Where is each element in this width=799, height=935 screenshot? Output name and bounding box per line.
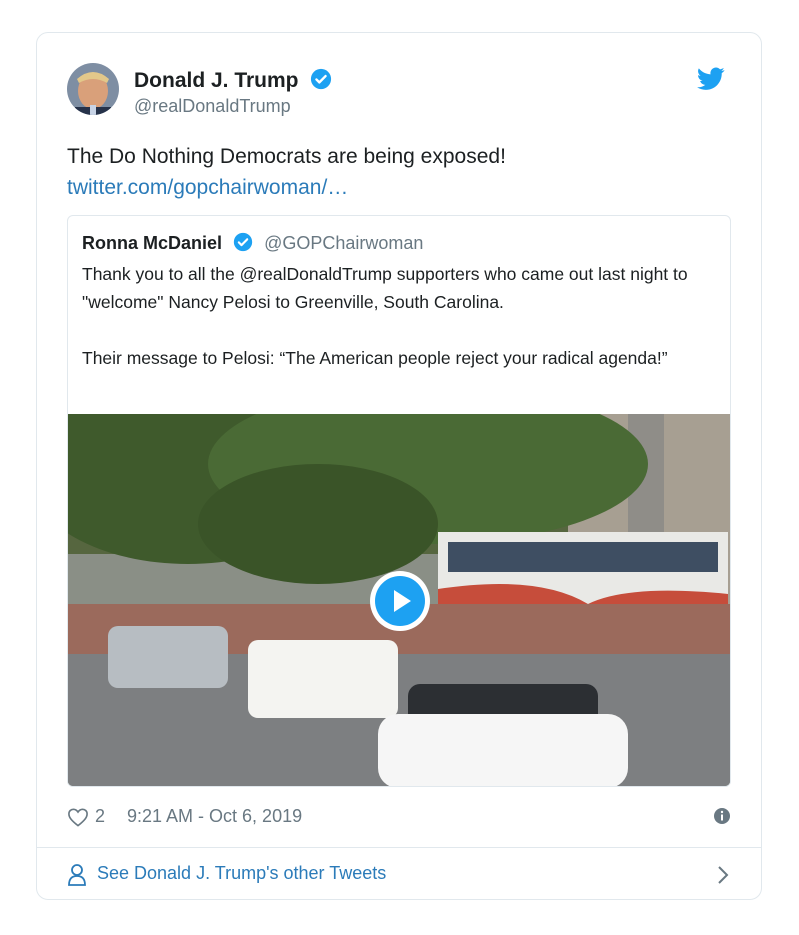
- see-other-tweets-label[interactable]: See Donald J. Trump's other Tweets: [97, 863, 386, 884]
- twitter-bird-icon[interactable]: [697, 67, 725, 96]
- tweet-footer: 2 9:21 AM - Oct 6, 2019: [67, 803, 731, 831]
- author-handle[interactable]: @realDonaldTrump: [134, 96, 291, 117]
- quoted-tweet[interactable]: Ronna McDaniel @GOPChairwoman Thank you …: [67, 215, 731, 787]
- tweet-header: Donald J. Trump @realDonaldTrump: [67, 63, 727, 119]
- tweet-text: The Do Nothing Democrats are being expos…: [67, 141, 506, 203]
- play-icon: [375, 576, 425, 626]
- quoted-paragraph: Their message to Pelosi: “The American p…: [82, 348, 668, 368]
- footer-divider: [37, 847, 761, 848]
- quoted-author-handle[interactable]: @GOPChairwoman: [264, 233, 423, 253]
- play-button[interactable]: [370, 571, 430, 631]
- like-count[interactable]: 2: [95, 806, 105, 827]
- person-icon: [67, 863, 87, 892]
- author-name[interactable]: Donald J. Trump: [134, 68, 332, 96]
- chevron-right-icon[interactable]: [717, 865, 729, 890]
- info-icon[interactable]: [713, 807, 731, 830]
- heart-icon[interactable]: [67, 807, 89, 832]
- see-other-tweets-link[interactable]: See Donald J. Trump's other Tweets: [67, 861, 731, 889]
- quoted-paragraph: Thank you to all the @realDonaldTrump su…: [82, 264, 688, 312]
- tweet-link[interactable]: twitter.com/gopchairwoman/…: [67, 172, 506, 203]
- embedded-tweet-card: Donald J. Trump @realDonaldTrump The Do …: [36, 32, 762, 900]
- author-name-text[interactable]: Donald J. Trump: [134, 69, 299, 92]
- quoted-tweet-header: Ronna McDaniel @GOPChairwoman: [82, 232, 423, 257]
- quoted-author-name[interactable]: Ronna McDaniel: [82, 233, 222, 253]
- quoted-tweet-text: Thank you to all the @realDonaldTrump su…: [82, 260, 712, 400]
- tweet-body: The Do Nothing Democrats are being expos…: [67, 145, 506, 168]
- author-avatar[interactable]: [67, 63, 119, 115]
- verified-badge-icon: [233, 232, 253, 257]
- video-thumbnail[interactable]: [68, 414, 730, 786]
- tweet-timestamp[interactable]: 9:21 AM - Oct 6, 2019: [127, 806, 302, 827]
- verified-badge-icon: [310, 68, 332, 96]
